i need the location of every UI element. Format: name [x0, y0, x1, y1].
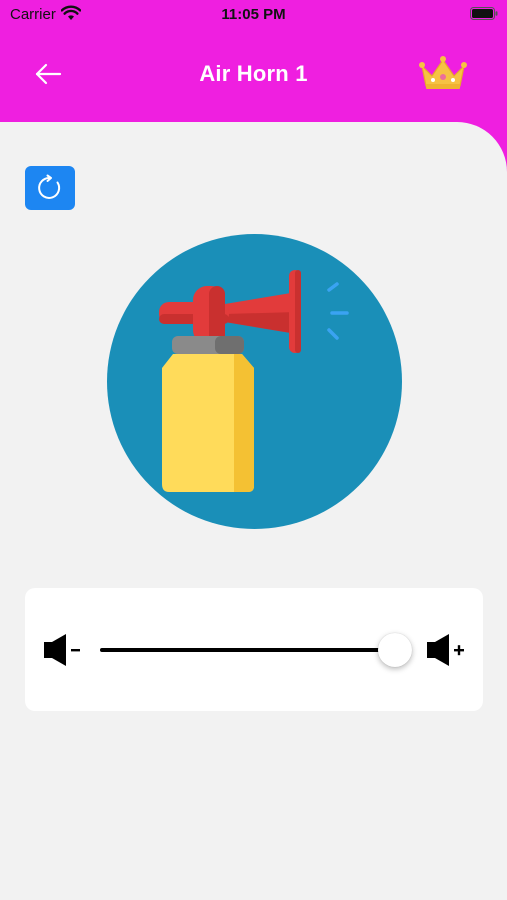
status-bar: Carrier 11:05 PM	[0, 0, 507, 30]
volume-slider-track	[100, 648, 410, 652]
battery-icon	[470, 7, 498, 20]
volume-slider-thumb[interactable]	[377, 633, 412, 667]
volume-down-icon[interactable]	[42, 632, 82, 668]
nav-bar: Air Horn 1	[0, 40, 507, 110]
volume-card	[25, 588, 483, 711]
volume-slider[interactable]	[100, 628, 412, 672]
status-time: 11:05 PM	[221, 6, 286, 23]
crown-icon[interactable]	[418, 54, 468, 94]
replay-button[interactable]	[25, 166, 75, 210]
air-horn-icon[interactable]	[107, 234, 402, 529]
refresh-icon	[38, 174, 61, 199]
content-panel	[0, 122, 507, 900]
app-screen: Carrier 11:05 PM Air Horn 1	[0, 0, 507, 900]
volume-up-icon[interactable]	[425, 632, 469, 668]
